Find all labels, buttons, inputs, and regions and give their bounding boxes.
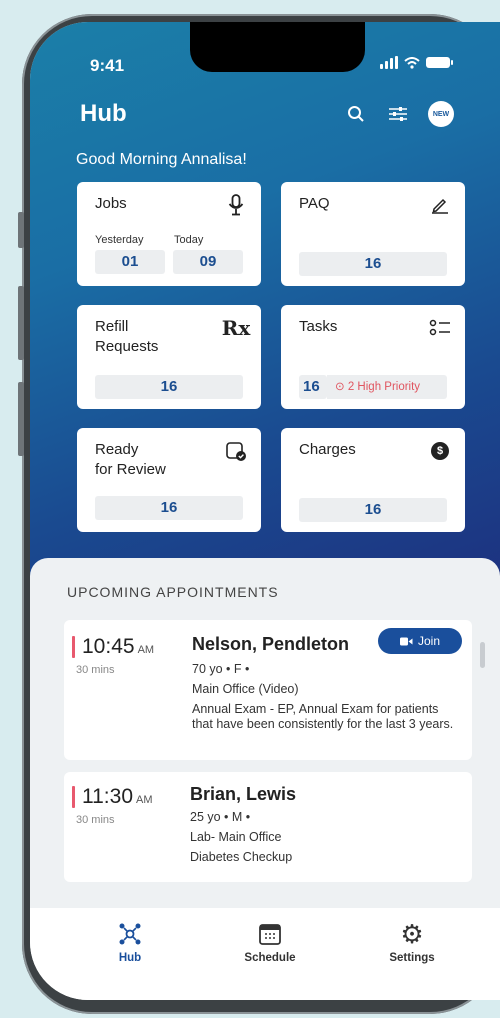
dollar-icon: $ [429, 440, 451, 462]
new-badge-icon[interactable]: NEW [428, 101, 454, 127]
today-label: Today [174, 234, 204, 246]
tab-schedule-label: Schedule [244, 952, 296, 964]
gear-icon: ⚙ [400, 918, 424, 949]
time-marker [72, 786, 75, 808]
charges-card[interactable]: Charges $ 16 [281, 428, 465, 532]
appointment-duration: 30 mins [76, 814, 115, 826]
notch [190, 22, 365, 72]
status-time: 9:41 [90, 56, 125, 75]
paq-title: PAQ [299, 195, 330, 212]
patient-name[interactable]: Nelson, Pendleton [192, 634, 349, 655]
volume-up-button [18, 286, 24, 360]
appointment-reason: Annual Exam - EP, Annual Exam for patien… [192, 702, 454, 731]
search-icon[interactable] [344, 102, 368, 126]
bottom-tab-bar: Hub Schedule ⚙ Settings [30, 908, 500, 1000]
filter-sliders-icon[interactable] [386, 102, 410, 126]
tab-settings-label: Settings [389, 952, 435, 964]
join-button[interactable]: Join [378, 628, 462, 654]
yesterday-label: Yesterday [95, 234, 144, 246]
page-title: Hub [80, 100, 127, 127]
refill-title: Refill Requests [95, 318, 159, 355]
microphone-icon [225, 194, 247, 216]
review-value: 16 [95, 496, 243, 520]
screen: 9:41 Hub NEW Good Morning Annalisa! Jobs… [30, 22, 500, 1000]
appointment-reason: Diabetes Checkup [190, 850, 293, 864]
status-icons [380, 56, 453, 69]
refill-requests-card[interactable]: Refill Requests Rx 16 [77, 305, 261, 409]
tab-hub[interactable]: Hub [90, 920, 170, 964]
jobs-card[interactable]: Jobs Yesterday Today 01 09 [77, 182, 261, 286]
battery-icon [426, 57, 453, 68]
today-value: 09 [173, 250, 243, 274]
refill-value: 16 [95, 375, 243, 399]
tab-hub-label: Hub [118, 952, 142, 964]
time-marker [72, 636, 75, 658]
cellular-signal-icon [380, 56, 398, 69]
patient-name[interactable]: Brian, Lewis [190, 784, 296, 805]
appointment-time: 11:30 AM [82, 785, 153, 808]
tasks-value: 16 [299, 375, 327, 399]
pencil-icon [429, 194, 451, 216]
hub-icon [90, 920, 170, 948]
tasks-title: Tasks [299, 318, 338, 335]
paq-value: 16 [299, 252, 447, 276]
appointment-card[interactable]: 10:45 AM 30 mins Nelson, Pendleton Join 7… [64, 620, 472, 760]
hub-header-area: 9:41 Hub NEW Good Morning Annalisa! Jobs… [30, 22, 500, 582]
wifi-icon [404, 56, 420, 69]
calendar-icon [230, 920, 310, 948]
appointments-heading: UPCOMING APPOINTMENTS [67, 584, 279, 600]
charges-title: Charges [299, 441, 356, 458]
yesterday-value: 01 [95, 250, 165, 274]
alert-icon: ⊙ [335, 381, 345, 393]
mute-switch [18, 212, 24, 248]
patient-details: 25 yo • M • [190, 810, 251, 824]
rx-icon: Rx [221, 316, 251, 340]
tab-schedule[interactable]: Schedule [230, 920, 310, 964]
checklist-icon [429, 317, 451, 339]
appointment-location: Main Office (Video) [192, 682, 299, 696]
charges-value: 16 [299, 498, 447, 522]
high-priority-badge: ⊙ 2 High Priority [327, 375, 447, 399]
join-label: Join [417, 634, 440, 648]
review-check-icon [225, 440, 247, 462]
appointment-card[interactable]: 11:30 AM 30 mins Brian, Lewis 25 yo • M •… [64, 772, 472, 882]
volume-down-button [18, 382, 24, 456]
tab-settings[interactable]: ⚙ Settings [372, 918, 452, 965]
appointment-location: Lab- Main Office [190, 830, 282, 844]
tasks-card[interactable]: Tasks 16 ⊙ 2 High Priority [281, 305, 465, 409]
patient-details: 70 yo • F • [192, 662, 250, 676]
appointment-duration: 30 mins [76, 664, 115, 676]
jobs-title: Jobs [95, 195, 127, 212]
upcoming-appointments-panel[interactable]: UPCOMING APPOINTMENTS 10:45 AM 30 mins Ne… [30, 558, 500, 908]
high-priority-text: 2 High Priority [347, 381, 421, 393]
review-title: Ready for Review [95, 441, 166, 478]
greeting: Good Morning Annalisa! [76, 151, 247, 168]
paq-card[interactable]: PAQ 16 [281, 182, 465, 286]
ready-for-review-card[interactable]: Ready for Review 16 [77, 428, 261, 532]
scrollbar[interactable] [480, 642, 485, 668]
video-camera-icon [399, 637, 413, 645]
appointment-time: 10:45 AM [82, 635, 155, 658]
